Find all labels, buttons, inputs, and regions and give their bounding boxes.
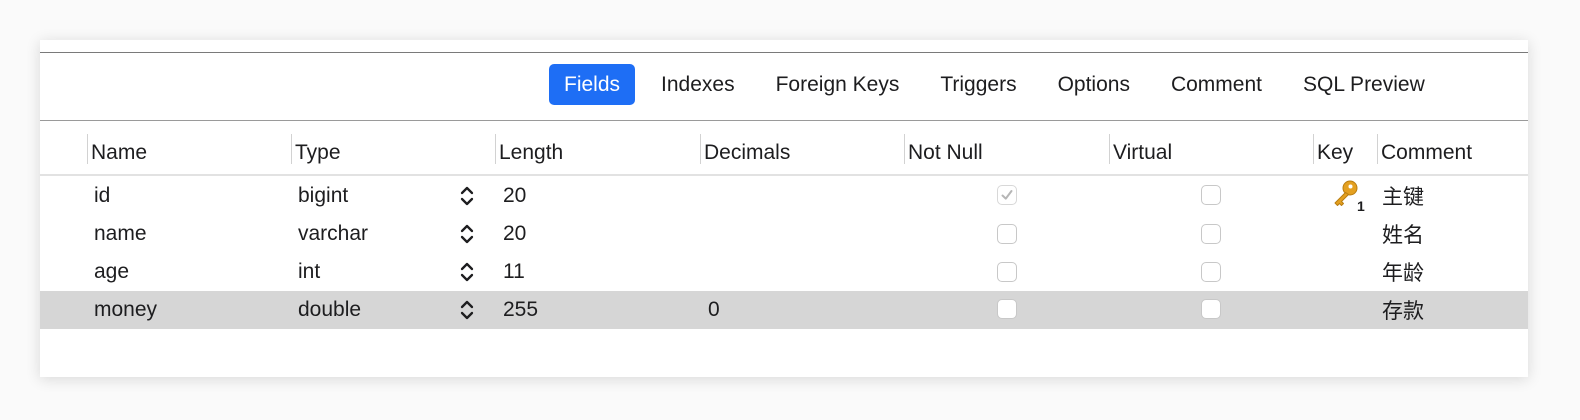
column-header-key[interactable]: Key xyxy=(1313,132,1377,174)
checkmark-icon xyxy=(1001,190,1013,200)
not-null-checkbox[interactable] xyxy=(997,299,1017,319)
column-header-not-null-label: Not Null xyxy=(908,141,983,164)
field-length-cell[interactable]: 11 xyxy=(503,253,525,291)
column-header-key-label: Key xyxy=(1317,141,1354,164)
key-icon: 1 xyxy=(1334,180,1365,214)
column-header-comment[interactable]: Comment xyxy=(1377,132,1528,174)
virtual-checkbox[interactable] xyxy=(1201,299,1221,319)
column-header-length-label: Length xyxy=(499,141,564,164)
field-name-cell[interactable]: id xyxy=(94,177,110,215)
column-header-virtual[interactable]: Virtual xyxy=(1109,132,1313,174)
table-row[interactable]: id bigint 20 1 主键 xyxy=(40,177,1528,215)
designer-tab-bar: Fields Indexes Foreign Keys Triggers Opt… xyxy=(549,64,1451,105)
tab-foreign-keys[interactable]: Foreign Keys xyxy=(761,64,915,105)
virtual-checkbox[interactable] xyxy=(1201,224,1221,244)
column-header-not-null[interactable]: Not Null xyxy=(904,132,1109,174)
field-comment-cell[interactable]: 姓名 xyxy=(1382,215,1424,253)
field-type-cell[interactable]: varchar xyxy=(298,215,368,253)
not-null-checkbox[interactable] xyxy=(997,224,1017,244)
table-designer-window: Fields Indexes Foreign Keys Triggers Opt… xyxy=(40,40,1528,377)
tab-indexes[interactable]: Indexes xyxy=(646,64,750,105)
table-row[interactable]: name varchar 20 姓名 xyxy=(40,215,1528,253)
header-divider xyxy=(40,174,1528,176)
column-header-name-label: Name xyxy=(91,141,148,164)
tab-divider xyxy=(40,120,1528,121)
column-header-decimals[interactable]: Decimals xyxy=(700,132,904,174)
fields-table-header: Name Type Length Decimals Not Null Virtu… xyxy=(40,132,1528,174)
not-null-checkbox[interactable] xyxy=(997,185,1017,205)
tab-sql-preview[interactable]: SQL Preview xyxy=(1288,64,1440,105)
up-down-chevron-icon[interactable] xyxy=(457,223,477,245)
field-length-cell[interactable]: 20 xyxy=(503,215,526,253)
field-name-cell[interactable]: money xyxy=(94,291,157,329)
virtual-checkbox[interactable] xyxy=(1201,262,1221,282)
key-index-label: 1 xyxy=(1357,198,1365,214)
field-type-cell[interactable]: int xyxy=(298,253,320,291)
up-down-chevron-icon[interactable] xyxy=(457,185,477,207)
field-comment-cell[interactable]: 存款 xyxy=(1382,291,1424,329)
field-name-cell[interactable]: name xyxy=(94,215,147,253)
column-header-name[interactable]: Name xyxy=(87,132,291,174)
field-decimals-cell[interactable]: 0 xyxy=(708,291,720,329)
column-header-virtual-label: Virtual xyxy=(1113,141,1173,164)
table-row[interactable]: money double 255 0 存款 xyxy=(40,291,1528,329)
top-divider xyxy=(40,52,1528,53)
column-header-comment-label: Comment xyxy=(1381,141,1473,164)
not-null-checkbox[interactable] xyxy=(997,262,1017,282)
column-header-length[interactable]: Length xyxy=(495,132,700,174)
up-down-chevron-icon[interactable] xyxy=(457,299,477,321)
field-comment-cell[interactable]: 主键 xyxy=(1382,177,1424,215)
virtual-checkbox[interactable] xyxy=(1201,185,1221,205)
field-length-cell[interactable]: 255 xyxy=(503,291,538,329)
column-header-type-label: Type xyxy=(295,141,341,164)
field-length-cell[interactable]: 20 xyxy=(503,177,526,215)
column-header-decimals-label: Decimals xyxy=(704,141,791,164)
field-type-cell[interactable]: double xyxy=(298,291,361,329)
tab-comment[interactable]: Comment xyxy=(1156,64,1277,105)
up-down-chevron-icon[interactable] xyxy=(457,261,477,283)
field-comment-cell[interactable]: 年龄 xyxy=(1382,253,1424,291)
tab-fields[interactable]: Fields xyxy=(549,64,636,105)
column-header-type[interactable]: Type xyxy=(291,132,495,174)
field-type-cell[interactable]: bigint xyxy=(298,177,348,215)
tab-triggers[interactable]: Triggers xyxy=(925,64,1031,105)
tab-options[interactable]: Options xyxy=(1043,64,1145,105)
field-name-cell[interactable]: age xyxy=(94,253,129,291)
table-row[interactable]: age int 11 年龄 xyxy=(40,253,1528,291)
